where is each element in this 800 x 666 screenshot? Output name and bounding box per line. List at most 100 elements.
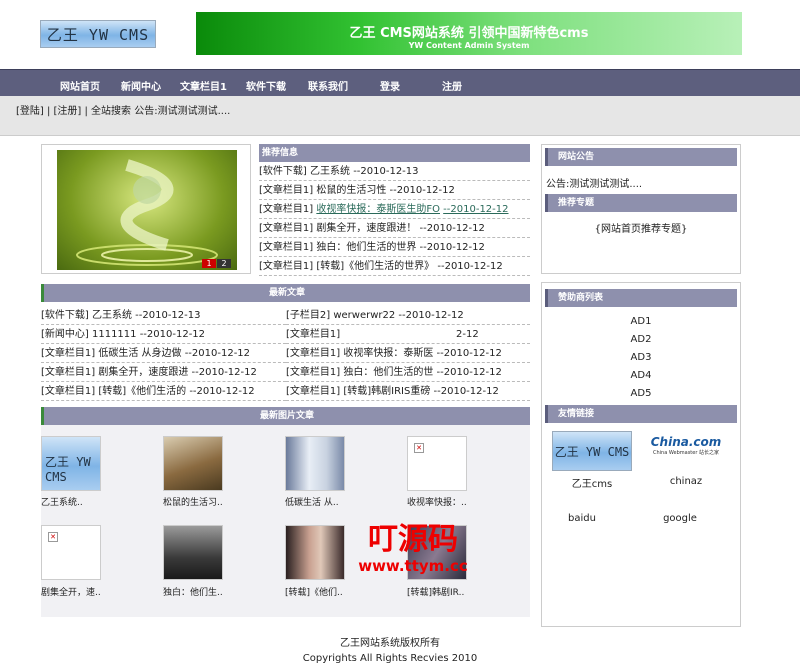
link-logo-text: 乙王 YW CMS	[554, 444, 630, 459]
photo-caption-6[interactable]: 独白：他们生..	[163, 585, 223, 598]
latest-article-left[interactable]: [文章栏目1] [转载]《他们生活的 --2010-12-12	[41, 382, 286, 401]
banner-title: 乙王 CMS网站系统 引领中国新特色cms	[349, 26, 589, 41]
photo-panel: 最新图片文章 乙王 YW CMS 乙王系统.. 松鼠的生活习.. 低碳生活 从.…	[41, 407, 530, 617]
recommend-item[interactable]: [文章栏目1] 收视率快报：泰斯医生助FO --2010-12-12	[259, 200, 530, 219]
latest-article-left[interactable]: [文章栏目1] 低碳生活 从身边做 --2010-12-12	[41, 344, 286, 363]
pager-1[interactable]: 1	[202, 259, 216, 268]
recommend-item-title[interactable]: 独白：他们生活的世界	[316, 242, 416, 253]
photo-caption-3[interactable]: 低碳生活 从..	[285, 495, 339, 508]
nav-news[interactable]: 新闻中心	[121, 78, 161, 93]
recommend-item-category: [软件下载]	[259, 166, 307, 177]
spiral-graphic	[76, 159, 218, 266]
links-title: 友情链接	[545, 405, 737, 423]
nav-articles[interactable]: 文章栏目1	[180, 78, 227, 93]
photo-thumb-3[interactable]	[285, 436, 345, 491]
sponsor-item[interactable]: AD4	[542, 367, 740, 385]
latest-article-right[interactable]: [文章栏目1]	[286, 325, 530, 344]
recommend-item-date: --2010-12-13	[353, 166, 419, 177]
latest-article-left[interactable]: [软件下载] 乙王系统 --2010-12-13	[41, 306, 286, 325]
recommend-title: 推荐信息	[259, 144, 530, 162]
main-nav: 网站首页 新闻中心 文章栏目1 软件下载 联系我们 登录 注册	[0, 69, 800, 96]
recommend-item-title[interactable]: 乙王系统	[310, 166, 350, 177]
recommend-item-title[interactable]: 松鼠的生活习性	[316, 185, 386, 196]
topic-text: {网站首页推荐专题}	[594, 224, 688, 235]
recommend-item-title[interactable]: [转载]《他们生活的世界》	[316, 261, 434, 272]
recommend-item-category: [文章栏目1]	[259, 242, 314, 253]
recommend-list: [软件下载] 乙王系统 --2010-12-13 [文章栏目1] 松鼠的生活习性 …	[259, 162, 530, 276]
recommend-item-date: --2010-12-12	[419, 242, 485, 253]
recommend-item-date: --2010-12-12	[437, 261, 503, 272]
latest-panel: 最新文章 [软件下载] 乙王系统 --2010-12-13 [新闻中心] 1111…	[41, 284, 530, 401]
latest-article-right[interactable]: [子栏目2] werwerwr22 --2010-12-12	[286, 306, 530, 325]
thumb-logo-text: 乙王 YW CMS	[45, 455, 91, 484]
nav-downloads[interactable]: 软件下载	[246, 78, 286, 93]
recommend-item-date: --2010-12-12	[419, 223, 485, 234]
recommend-panel: 推荐信息 [软件下载] 乙王系统 --2010-12-13 [文章栏目1] 松鼠的…	[259, 144, 530, 276]
recommend-item[interactable]: [文章栏目1] 独白：他们生活的世界 --2010-12-12	[259, 238, 530, 257]
chinaz-logo-sub: China Webmaster 站长之家	[653, 450, 719, 456]
photo-caption-7[interactable]: [转载]《他们..	[285, 585, 343, 598]
recommend-item-title[interactable]: 收视率快报：泰斯医生助FO	[316, 204, 440, 215]
photo-caption-8[interactable]: [转载]韩剧IR..	[407, 585, 464, 598]
link-google[interactable]: google	[640, 513, 720, 524]
latest-article-right[interactable]: [文章栏目1] 收视率快报：泰斯医 --2010-12-12	[286, 344, 530, 363]
photo-caption-4[interactable]: 收视率快报：..	[407, 495, 467, 508]
latest-article-left[interactable]: [文章栏目1] 剧集全开，速度跟进 --2010-12-12	[41, 363, 286, 382]
watermark-url: www.ttym.cc	[358, 557, 468, 575]
latest-article-left[interactable]: [新闻中心] 1111111 --2010-12-12	[41, 325, 286, 344]
slideshow[interactable]: 1 2	[41, 144, 251, 274]
sidebar-top: 网站公告 公告:测试测试测试.... 推荐专题 {网站首页推荐专题}	[541, 144, 741, 274]
recommend-item-category: [文章栏目1]	[259, 185, 314, 196]
broken-image-icon: ✕	[414, 443, 424, 453]
latest-article-right[interactable]: [文章栏目1] [转载]韩剧IRIS重磅 --2010-12-12	[286, 382, 530, 401]
recommend-item[interactable]: [软件下载] 乙王系统 --2010-12-13	[259, 162, 530, 181]
chinaz-logo-text: China.com	[650, 435, 722, 449]
footer-copyright-en: Copyrights All Rights Recvies 2010	[302, 653, 478, 664]
site-logo[interactable]: 乙王 YW CMS	[40, 20, 156, 48]
recommend-item[interactable]: [文章栏目1] [转载]《他们生活的世界》 --2010-12-12	[259, 257, 530, 276]
photo-caption-1[interactable]: 乙王系统..	[41, 495, 83, 508]
recommend-item[interactable]: [文章栏目1] 剧集全开，速度跟进！ --2010-12-12	[259, 219, 530, 238]
sponsor-list: AD1 AD2 AD3 AD4 AD5	[542, 313, 740, 403]
watermark-cn: 叮源码	[368, 522, 458, 557]
photo-thumb-6[interactable]	[163, 525, 223, 580]
slideshow-image	[57, 150, 237, 270]
link-baidu[interactable]: baidu	[542, 513, 622, 524]
photo-thumb-5[interactable]: ✕	[41, 525, 101, 580]
photo-thumb-4[interactable]: ✕	[407, 436, 467, 491]
link-logo-chinaz[interactable]: China.com China Webmaster 站长之家	[646, 435, 726, 467]
watermark: 叮源码 www.ttym.cc	[338, 522, 488, 576]
sidebar-bottom: 赞助商列表 AD1 AD2 AD3 AD4 AD5 友情链接 乙王 YW CMS…	[541, 282, 741, 627]
nav-home[interactable]: 网站首页	[60, 78, 100, 93]
logo-text: 乙王 YW CMS	[46, 25, 150, 44]
recommend-item-date: --2010-12-12	[389, 185, 455, 196]
recommend-item-category: [文章栏目1]	[259, 204, 314, 215]
sponsor-item[interactable]: AD1	[542, 313, 740, 331]
photo-thumb-7[interactable]	[285, 525, 345, 580]
nav-contact[interactable]: 联系我们	[308, 78, 348, 93]
latest-right-list: [子栏目2] werwerwr22 --2010-12-12 [文章栏目1] [文章…	[286, 306, 530, 401]
photo-thumb-2[interactable]	[163, 436, 223, 491]
link-chinaz[interactable]: chinaz	[646, 476, 726, 487]
pager-2[interactable]: 2	[217, 259, 231, 268]
recommend-item[interactable]: [文章栏目1] 松鼠的生活习性 --2010-12-12	[259, 181, 530, 200]
nav-login[interactable]: 登录	[380, 78, 400, 93]
notice-text: 公告:测试测试测试....	[546, 179, 643, 190]
nav-register[interactable]: 注册	[442, 78, 462, 93]
link-logo-ywcms[interactable]: 乙王 YW CMS	[552, 431, 632, 471]
sponsor-item[interactable]: AD3	[542, 349, 740, 367]
broken-image-icon: ✕	[48, 532, 58, 542]
link-ywcms[interactable]: 乙王cms	[552, 475, 632, 490]
subbar-text[interactable]: [登陆] | [注册] | 全站搜索 公告:测试测试测试....	[16, 102, 230, 117]
sponsor-item[interactable]: AD5	[542, 385, 740, 403]
banner-subtitle: YW Content Admin System	[408, 41, 530, 50]
photo-caption-5[interactable]: 剧集全开，速..	[41, 585, 101, 598]
latest-article-right[interactable]: [文章栏目1] 独白：他们生活的世 --2010-12-12	[286, 363, 530, 382]
latest-article-date-fragment: 2-12	[456, 329, 479, 340]
sub-bar: [登陆] | [注册] | 全站搜索 公告:测试测试测试....	[0, 96, 800, 136]
photo-thumb-1[interactable]: 乙王 YW CMS	[41, 436, 101, 491]
recommend-item-title[interactable]: 剧集全开，速度跟进！	[316, 223, 416, 234]
photo-caption-2[interactable]: 松鼠的生活习..	[163, 495, 223, 508]
recommend-item-category: [文章栏目1]	[259, 223, 314, 234]
sponsor-item[interactable]: AD2	[542, 331, 740, 349]
